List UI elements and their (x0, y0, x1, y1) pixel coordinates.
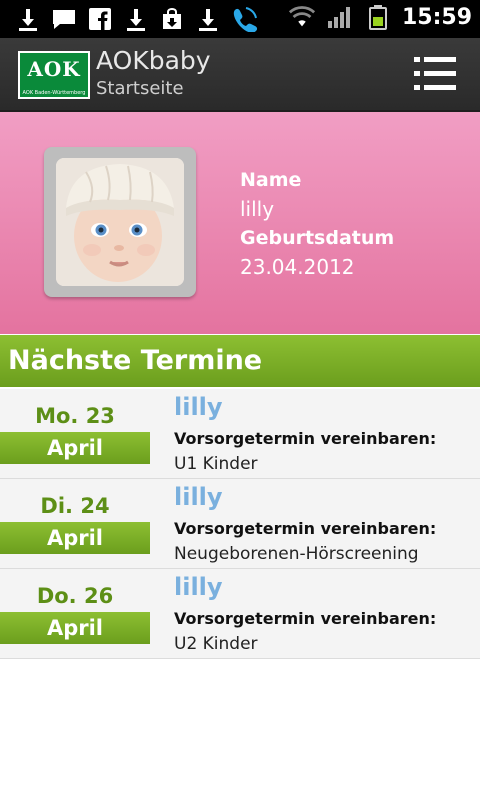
appointment-row[interactable]: Do. 26 April lilly Vorsorgetermin verein… (0, 569, 480, 659)
call-icon (230, 6, 258, 32)
appointment-type: Vorsorgetermin vereinbaren: (174, 609, 437, 628)
appointment-child-name: lilly (174, 393, 223, 421)
appointment-day: Di. 24 (40, 494, 110, 518)
name-label: Name (240, 169, 302, 191)
download-icon (14, 6, 42, 32)
bag-icon (158, 6, 186, 32)
appointment-row[interactable]: Mo. 23 April lilly Vorsorgetermin verein… (0, 389, 480, 479)
appointment-row[interactable]: Di. 24 April lilly Vorsorgetermin verein… (0, 479, 480, 569)
page-subtitle: Startseite (96, 78, 184, 99)
download-icon (194, 6, 222, 32)
logo-text: AOK (27, 57, 81, 81)
appointment-list: Mo. 23 April lilly Vorsorgetermin verein… (0, 389, 480, 659)
clock: 15:59 (401, 4, 472, 30)
appointment-day: Do. 26 (36, 584, 114, 608)
appointment-day: Mo. 23 (35, 404, 115, 428)
upcoming-appointments-header: Nächste Termine (0, 335, 480, 387)
child-profile[interactable]: Name lilly Geburtsdatum 23.04.2012 (0, 112, 480, 334)
signal-icon (326, 4, 354, 30)
battery-icon (364, 4, 392, 30)
appointment-detail: U2 Kinder (174, 634, 258, 654)
appointment-month: April (0, 612, 150, 644)
appointment-month: April (0, 522, 150, 554)
section-title: Nächste Termine (8, 345, 263, 376)
app-header: AOK AOK Baden-Württemberg AOKbaby Starts… (0, 38, 480, 112)
status-bar: 15:59 (0, 0, 480, 38)
app-title: AOKbaby (96, 46, 211, 75)
appointment-child-name: lilly (174, 573, 223, 601)
appointment-detail: Neugeborenen-Hörscreening (174, 544, 419, 564)
chat-icon (50, 6, 78, 32)
birthdate-value: 23.04.2012 (240, 255, 355, 279)
appointment-child-name: lilly (174, 483, 223, 511)
wifi-icon (288, 4, 316, 30)
baby-photo-frame[interactable] (44, 147, 196, 297)
appointment-type: Vorsorgetermin vereinbaren: (174, 429, 437, 448)
download-icon (122, 6, 150, 32)
baby-photo (56, 158, 184, 286)
logo-subtext: AOK Baden-Württemberg (22, 90, 86, 96)
aok-logo[interactable]: AOK AOK Baden-Württemberg (18, 51, 90, 99)
appointment-type: Vorsorgetermin vereinbaren: (174, 519, 437, 538)
menu-button[interactable] (412, 52, 462, 96)
appointment-month: April (0, 432, 150, 464)
name-value: lilly (240, 197, 275, 221)
appointment-detail: U1 Kinder (174, 454, 258, 474)
facebook-icon (86, 6, 114, 32)
birthdate-label: Geburtsdatum (240, 227, 395, 249)
